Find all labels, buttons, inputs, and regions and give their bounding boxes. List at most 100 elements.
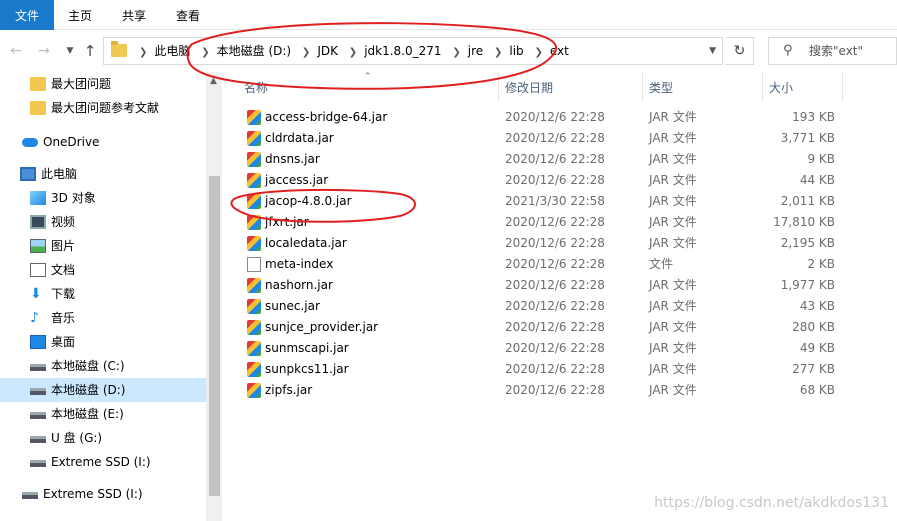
picture-icon	[30, 239, 46, 253]
file-name: cldrdata.jar	[265, 131, 334, 145]
ribbon-bar: 文件 主页 共享 查看	[0, 0, 897, 30]
nav-item[interactable]: ⬇ 下载	[0, 282, 206, 306]
file-row[interactable]: nashorn.jar 2020/12/6 22:28 JAR 文件 1,977 KB	[222, 275, 897, 296]
tab-home[interactable]: 主页	[66, 0, 94, 30]
breadcrumb-item[interactable]: jre	[468, 38, 483, 64]
address-bar[interactable]: ❯ 此电脑 ❯ 本地磁盘 (D:) ❯ JDK ❯ jdk1.8.0_271 ❯ jre …	[103, 37, 723, 65]
forward-arrow-icon[interactable]: →	[34, 40, 54, 62]
chevron-right-icon[interactable]: ❯	[494, 40, 502, 66]
file-name: jacop-4.8.0.jar	[265, 194, 352, 208]
nav-item[interactable]: 本地磁盘 (C:)	[0, 354, 206, 378]
nav-item-label: 3D 对象	[51, 191, 96, 205]
file-name: nashorn.jar	[265, 278, 333, 292]
cube-icon	[30, 191, 46, 205]
breadcrumb-item[interactable]: jdk1.8.0_271	[364, 38, 441, 64]
breadcrumb-item[interactable]: 此电脑	[154, 38, 190, 64]
column-header-type[interactable]: 类型	[649, 72, 673, 102]
nav-item[interactable]: Extreme SSD (I:)	[0, 482, 206, 506]
column-divider[interactable]	[842, 72, 843, 102]
nav-item[interactable]: 桌面	[0, 330, 206, 354]
file-name: access-bridge-64.jar	[265, 110, 388, 124]
scrollbar-thumb[interactable]	[209, 176, 220, 496]
nav-item[interactable]: 视频	[0, 210, 206, 234]
chevron-right-icon[interactable]: ❯	[201, 40, 209, 66]
chevron-right-icon[interactable]: ❯	[452, 40, 460, 66]
nav-item-label: 本地磁盘 (D:)	[51, 383, 126, 397]
nav-item[interactable]: U 盘 (G:)	[0, 426, 206, 450]
nav-item[interactable]: OneDrive	[0, 130, 206, 154]
column-header-date[interactable]: 修改日期	[505, 72, 553, 102]
file-row[interactable]: sunec.jar 2020/12/6 22:28 JAR 文件 43 KB	[222, 296, 897, 317]
nav-item[interactable]: 图片	[0, 234, 206, 258]
file-name: meta-index	[265, 257, 334, 271]
file-size: 43 KB	[799, 299, 835, 313]
file-type: JAR 文件	[649, 131, 697, 145]
file-row[interactable]: meta-index 2020/12/6 22:28 文件 2 KB	[222, 254, 897, 275]
file-size: 1,977 KB	[780, 278, 835, 292]
nav-scrollbar[interactable]: ▲	[206, 72, 222, 521]
file-row[interactable]: localedata.jar 2020/12/6 22:28 JAR 文件 2,195…	[222, 233, 897, 254]
nav-item[interactable]: 最大团问题参考文献	[0, 96, 206, 120]
file-type: JAR 文件	[649, 362, 697, 376]
file-date: 2020/12/6 22:28	[505, 131, 605, 145]
file-size: 2 KB	[807, 257, 835, 271]
tab-view[interactable]: 查看	[174, 0, 202, 30]
jar-file-icon	[247, 278, 261, 293]
nav-item[interactable]: 本地磁盘 (E:)	[0, 402, 206, 426]
chevron-right-icon[interactable]: ❯	[302, 40, 310, 66]
file-row[interactable]: jfxrt.jar 2020/12/6 22:28 JAR 文件 17,810 KB	[222, 212, 897, 233]
chevron-down-icon[interactable]: ▼	[709, 38, 716, 64]
nav-item[interactable]: 最大团问题	[0, 72, 206, 96]
tab-share[interactable]: 共享	[120, 0, 148, 30]
nav-item[interactable]: ♪ 音乐	[0, 306, 206, 330]
refresh-icon[interactable]: ↻	[726, 37, 754, 65]
chevron-right-icon[interactable]: ❯	[534, 40, 542, 66]
file-row[interactable]: sunmscapi.jar 2020/12/6 22:28 JAR 文件 49 KB	[222, 338, 897, 359]
jar-file-icon	[247, 215, 261, 230]
file-size: 3,771 KB	[780, 131, 835, 145]
file-row[interactable]: jacop-4.8.0.jar 2021/3/30 22:58 JAR 文件 2,01…	[222, 191, 897, 212]
file-date: 2020/12/6 22:28	[505, 320, 605, 334]
file-name: localedata.jar	[265, 236, 347, 250]
file-name: sunec.jar	[265, 299, 320, 313]
column-divider[interactable]	[762, 72, 763, 102]
column-header-name[interactable]: 名称	[244, 72, 268, 102]
nav-item[interactable]: 文档	[0, 258, 206, 282]
back-arrow-icon[interactable]: ←	[6, 40, 26, 62]
file-row[interactable]: zipfs.jar 2020/12/6 22:28 JAR 文件 68 KB	[222, 380, 897, 401]
nav-item[interactable]: Extreme SSD (I:)	[0, 450, 206, 474]
search-input[interactable]: ⚲ 搜索"ext"	[768, 37, 897, 65]
breadcrumb-item[interactable]: ext	[550, 38, 569, 64]
nav-item[interactable]: 3D 对象	[0, 186, 206, 210]
jar-file-icon	[247, 152, 261, 167]
tab-file[interactable]: 文件	[0, 0, 54, 30]
column-divider[interactable]	[498, 72, 499, 102]
jar-file-icon	[247, 383, 261, 398]
file-row[interactable]: dnsns.jar 2020/12/6 22:28 JAR 文件 9 KB	[222, 149, 897, 170]
recent-locations-chevron-icon[interactable]: ▼	[60, 40, 80, 62]
up-arrow-icon[interactable]: ↑	[80, 40, 100, 62]
nav-item[interactable]: 此电脑	[0, 162, 206, 186]
file-list: ⌃ 名称 修改日期 类型 大小 access-bridge-64.jar 2020…	[222, 72, 897, 521]
file-row[interactable]: jaccess.jar 2020/12/6 22:28 JAR 文件 44 KB	[222, 170, 897, 191]
nav-item-label: 视频	[51, 215, 76, 229]
file-row[interactable]: sunpkcs11.jar 2020/12/6 22:28 JAR 文件 277 KB	[222, 359, 897, 380]
breadcrumb-item[interactable]: JDK	[317, 38, 338, 64]
breadcrumb-item[interactable]: 本地磁盘 (D:)	[217, 38, 291, 64]
chevron-right-icon[interactable]: ❯	[349, 40, 357, 66]
sort-ascending-icon: ⌃	[364, 72, 372, 82]
nav-item[interactable]: 本地磁盘 (D:)	[0, 378, 206, 402]
file-row[interactable]: cldrdata.jar 2020/12/6 22:28 JAR 文件 3,771 K…	[222, 128, 897, 149]
file-date: 2020/12/6 22:28	[505, 362, 605, 376]
file-name: jfxrt.jar	[265, 215, 309, 229]
nav-item-label: Extreme SSD (I:)	[43, 487, 143, 501]
jar-file-icon	[247, 236, 261, 251]
column-header-size[interactable]: 大小	[769, 72, 793, 102]
file-date: 2020/12/6 22:28	[505, 299, 605, 313]
file-row[interactable]: sunjce_provider.jar 2020/12/6 22:28 JAR 文件…	[222, 317, 897, 338]
scroll-up-icon[interactable]: ▲	[210, 76, 217, 86]
file-row[interactable]: access-bridge-64.jar 2020/12/6 22:28 JAR 文…	[222, 107, 897, 128]
breadcrumb-item[interactable]: lib	[509, 38, 523, 64]
chevron-right-icon[interactable]: ❯	[139, 40, 147, 66]
column-divider[interactable]	[642, 72, 643, 102]
